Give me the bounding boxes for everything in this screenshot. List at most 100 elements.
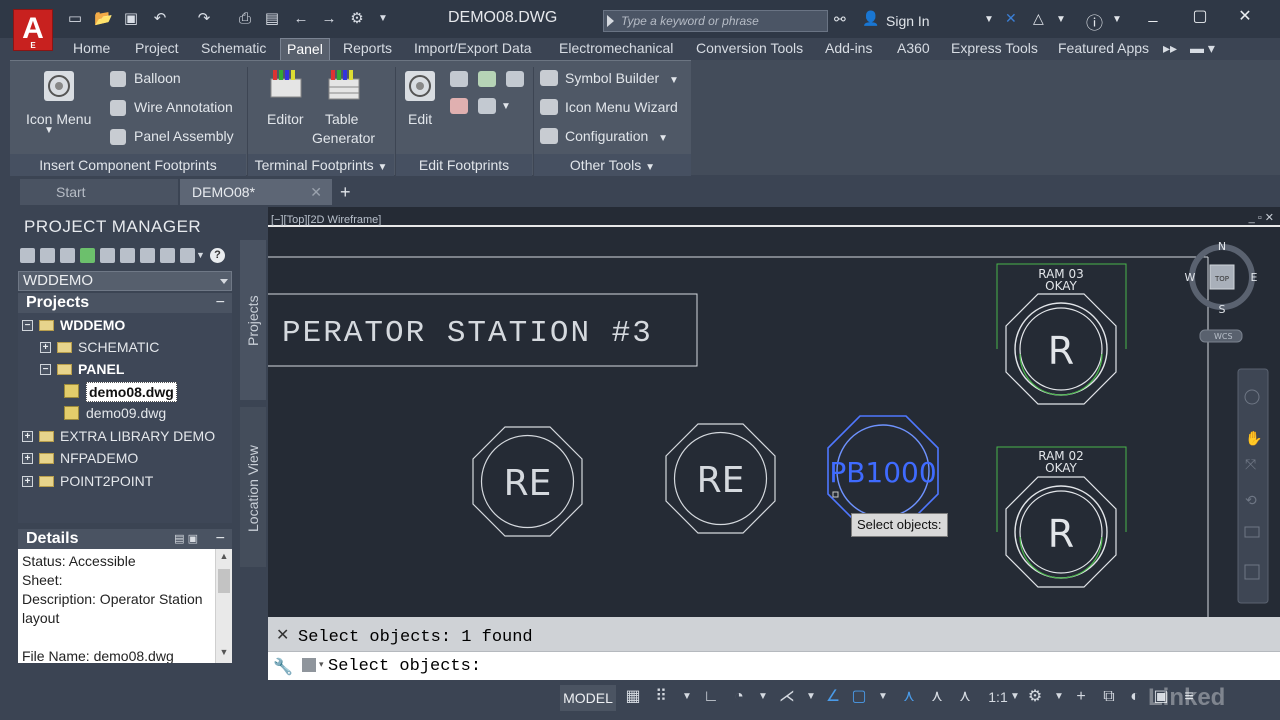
scroll-down-icon[interactable]: ▼: [218, 647, 230, 661]
exchange-icon[interactable]: ✕: [1005, 10, 1017, 27]
compass-west[interactable]: W: [1185, 271, 1196, 284]
group-title-terminal[interactable]: Terminal Footprints ▼: [248, 154, 394, 176]
align-footprint-icon[interactable]: [478, 71, 496, 87]
icon-menu-icon[interactable]: [42, 69, 76, 103]
workspace-dropdown-icon[interactable]: ▼: [1048, 686, 1070, 708]
model-space-button[interactable]: MODEL: [560, 685, 616, 711]
refresh-icon[interactable]: [80, 248, 95, 263]
redo-icon[interactable]: ↷: [195, 10, 213, 28]
side-tab-location-view[interactable]: Location View: [240, 407, 266, 567]
icon-menu-dropdown-icon[interactable]: ▼: [44, 125, 54, 136]
ribbon-toggle-icon[interactable]: ▬ ▾: [1184, 38, 1221, 60]
maximize-icon[interactable]: ▢: [1185, 6, 1215, 26]
wcs-menu[interactable]: WCS: [1214, 332, 1233, 341]
qat-dropdown-icon[interactable]: ▼: [374, 10, 392, 28]
tab-add-ins[interactable]: Add-ins: [819, 38, 878, 60]
new-drawing-icon[interactable]: [60, 248, 75, 263]
polar-dropdown-icon[interactable]: ▼: [752, 686, 774, 708]
open-file-icon[interactable]: 📂: [94, 10, 113, 28]
pilot-light-ram03[interactable]: RAM 03 OKAY R: [996, 263, 1127, 405]
table-generator-icon[interactable]: [326, 67, 362, 103]
grid-icon[interactable]: ▦: [622, 686, 644, 708]
new-project-icon[interactable]: [40, 248, 55, 263]
table-generator-line2[interactable]: Generator: [312, 130, 375, 146]
application-menu-button[interactable]: A E: [13, 9, 53, 51]
forward-icon[interactable]: →: [320, 10, 338, 28]
minimize-icon[interactable]: _: [1138, 6, 1168, 24]
tab-reports[interactable]: Reports: [337, 38, 398, 60]
pushbutton-re-1[interactable]: RE: [472, 426, 583, 537]
sign-in-dropdown-icon[interactable]: ▼: [984, 14, 994, 25]
recent-commands-dropdown-icon[interactable]: ▾: [319, 659, 324, 670]
editor-button[interactable]: Editor: [267, 111, 304, 127]
drawing-canvas[interactable]: [−][Top][2D Wireframe] _ ▫ ✕ PERATOR STA…: [268, 207, 1280, 617]
details-view-icon[interactable]: ▤ ▣: [174, 529, 198, 549]
project-icon[interactable]: ▤: [263, 10, 281, 28]
expand-toggle-icon[interactable]: +: [22, 431, 33, 442]
editor-icon[interactable]: [268, 67, 304, 103]
project-select[interactable]: WDDEMO: [18, 271, 232, 291]
customize-wrench-icon[interactable]: 🔧: [273, 657, 293, 676]
tab-schematic[interactable]: Schematic: [195, 38, 272, 60]
toolbar-dropdown-icon[interactable]: ▼: [196, 250, 205, 260]
compass-north[interactable]: N: [1218, 240, 1226, 253]
tab-panel[interactable]: Panel: [280, 38, 330, 60]
new-tab-button[interactable]: +: [334, 179, 356, 205]
ortho-icon[interactable]: ∟: [700, 686, 722, 708]
doc-tab-demo08[interactable]: DEMO08* ✕: [180, 179, 332, 205]
annotation-visibility-icon[interactable]: ⋏: [898, 686, 920, 708]
project-tasks-icon[interactable]: [100, 248, 115, 263]
projects-header[interactable]: Projects −: [18, 293, 232, 313]
back-icon[interactable]: ←: [292, 10, 310, 28]
isolate-objects-icon[interactable]: ⧉: [1098, 686, 1120, 708]
scroll-up-icon[interactable]: ▲: [218, 551, 230, 565]
help-icon[interactable]: ⓘ: [1086, 9, 1103, 34]
tab-a360[interactable]: A360: [891, 38, 936, 60]
collapse-icon[interactable]: −: [216, 529, 225, 549]
expand-toggle-icon[interactable]: +: [22, 453, 33, 464]
object-snap-tracking-icon[interactable]: ∠: [822, 686, 844, 708]
edit-footprint-icon[interactable]: [403, 69, 437, 103]
scale-dropdown-icon[interactable]: ▼: [1004, 686, 1026, 708]
compass-east[interactable]: E: [1251, 271, 1258, 284]
hardware-acceleration-icon[interactable]: ◐: [1124, 686, 1146, 708]
viewcube[interactable]: TOP N S E W WCS: [1185, 240, 1258, 343]
selection-grip[interactable]: [832, 491, 839, 498]
expand-toggle-icon[interactable]: +: [40, 342, 51, 353]
table-generator-line1[interactable]: Table: [325, 111, 358, 127]
open-project-icon[interactable]: [20, 248, 35, 263]
auto-scale-icon[interactable]: ⋏: [926, 686, 948, 708]
details-header[interactable]: Details ▤ ▣ −: [18, 529, 232, 549]
save-icon[interactable]: ▣: [122, 10, 140, 28]
close-command-line-icon[interactable]: ✕: [276, 625, 289, 645]
doc-tab-start[interactable]: Start: [20, 179, 178, 205]
tab-project[interactable]: Project: [129, 38, 185, 60]
group-title-other-tools[interactable]: Other Tools ▼: [534, 154, 691, 176]
add-icon[interactable]: +: [1070, 686, 1092, 708]
help-dropdown-icon[interactable]: ▼: [1112, 14, 1122, 25]
workspace-icon[interactable]: ⚙: [348, 10, 366, 28]
tab-import-export[interactable]: Import/Export Data: [408, 38, 538, 60]
scroll-thumb[interactable]: [218, 569, 230, 593]
expand-toggle-icon[interactable]: +: [22, 476, 33, 487]
move-footprint-icon[interactable]: [506, 71, 524, 87]
tab-electromechanical[interactable]: Electromechanical: [553, 38, 679, 60]
object-snap-icon[interactable]: ▢: [848, 686, 870, 708]
sign-in-button[interactable]: Sign In: [886, 13, 930, 29]
close-icon[interactable]: ✕: [1230, 6, 1260, 26]
wire-annotation-button[interactable]: Wire Annotation: [134, 99, 233, 115]
configuration-button[interactable]: Configuration ▼: [565, 128, 668, 144]
binoculars-icon[interactable]: ⚯: [834, 11, 846, 28]
edit-lines-dropdown-icon[interactable]: ▼: [501, 101, 511, 112]
side-tab-projects[interactable]: Projects: [240, 240, 266, 400]
polar-icon[interactable]: ◔: [728, 686, 750, 708]
publish-icon[interactable]: [160, 248, 175, 263]
plot-project-icon[interactable]: [180, 248, 195, 263]
snap-icon[interactable]: ⠿: [650, 686, 672, 708]
collapse-toggle-icon[interactable]: −: [40, 364, 51, 375]
a360-dropdown-icon[interactable]: ▼: [1056, 14, 1066, 25]
isodraft-dropdown-icon[interactable]: ▼: [800, 686, 822, 708]
delete-footprint-icon[interactable]: [450, 98, 468, 114]
panel-assembly-button[interactable]: Panel Assembly: [134, 128, 234, 144]
collapse-toggle-icon[interactable]: −: [22, 320, 33, 331]
